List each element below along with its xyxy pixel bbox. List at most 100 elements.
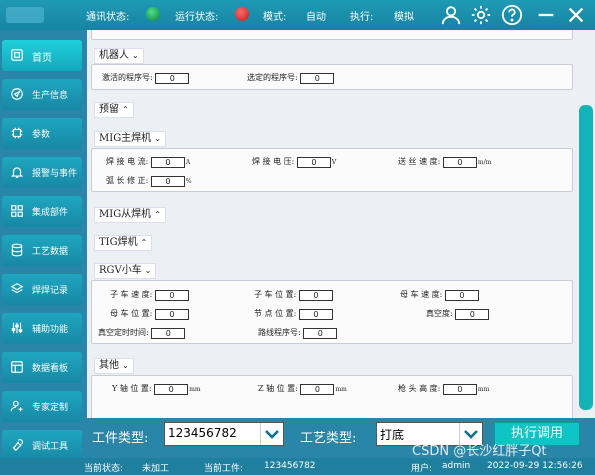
close-icon[interactable] (565, 4, 587, 26)
bell-icon (10, 165, 24, 179)
datetime: 2022-09-29 12:56:26 (487, 461, 583, 471)
help-icon[interactable] (501, 4, 523, 26)
route-program-field: 路线程序号: 0 (258, 327, 338, 339)
y-axis-position-input[interactable]: 0 (154, 383, 189, 395)
sidebar-item-expert[interactable]: 专家定制 (2, 391, 82, 422)
production-icon (10, 87, 24, 101)
sidebar-item-home[interactable]: 首页 (2, 40, 82, 71)
chevron-up-icon: ⌃ (154, 210, 161, 219)
top-bar: 通讯状态: 运行状态: 模式: 自动 执行: 模拟 (0, 0, 595, 30)
chevron-down-icon: ⌄ (132, 51, 139, 60)
sidebar-item-debug[interactable]: 调试工具 (2, 430, 82, 461)
current-state-value: 未加工 (142, 464, 170, 474)
gun-height-input[interactable]: 0 (442, 383, 477, 395)
section-box-other: Y 轴 位 置: 0 mm Z 轴 位 置: 0 mm 枪 头 高 度: 0 mm (91, 375, 573, 418)
part-type-label: 工件类型: (92, 431, 149, 446)
wire-speed-input[interactable]: 0 (442, 156, 477, 168)
sidebar-item-label: 参数 (32, 130, 51, 140)
user-add-icon (10, 399, 24, 413)
vacuum-timer-input[interactable]: 0 (151, 327, 186, 339)
dashboard-icon (10, 360, 24, 374)
sidebar-item-process-data[interactable]: 工艺数据 (2, 235, 82, 266)
watermark: CSDN @长沙红胖子Qt (412, 444, 547, 459)
process-type-value: 打底 (380, 428, 405, 442)
sidebar-item-label: 报警与事件 (32, 169, 78, 179)
user-icon[interactable] (440, 4, 462, 26)
grid-icon (10, 204, 24, 218)
comm-status-label: 通讯状态: (86, 12, 130, 23)
z-axis-position-input[interactable]: 0 (300, 383, 335, 395)
mother-car-speed-input[interactable]: 0 (444, 289, 479, 301)
sub-car-speed-field: 子 车 速 度: 0 (110, 289, 189, 301)
section-header-mig-main[interactable]: MIG主焊机 ⌄ (94, 131, 166, 147)
sub-car-position-input[interactable]: 0 (298, 289, 333, 301)
home-icon (10, 48, 24, 62)
sliders-icon (10, 321, 24, 335)
arc-length-field: 弧 长 修 正: 0% (106, 175, 192, 187)
active-program-input[interactable]: 0 (155, 72, 190, 84)
user-label: 用户: (411, 464, 433, 474)
mother-car-position-input[interactable]: 0 (154, 308, 189, 320)
current-part-label: 当前工件: (204, 464, 244, 474)
sidebar-item-label: 辅助功能 (32, 325, 69, 335)
section-header-robot[interactable]: 机器人 ⌄ (94, 48, 144, 64)
user-value: admin (442, 461, 471, 471)
section-title: TIG焊机 (99, 237, 138, 248)
mode-label: 模式: (263, 12, 287, 23)
section-title: MIG主焊机 (99, 133, 152, 144)
sidebar-item-label: 专家定制 (32, 403, 69, 413)
minimize-icon[interactable] (535, 4, 557, 26)
sidebar: 首页 生产信息 参数 报警与事件 集成部件 工艺数据 焊焊记录 辅助功能 数据看… (0, 30, 84, 461)
chevron-down-icon[interactable] (260, 423, 283, 445)
node-position-field: 节 点 位 置: 0 (254, 308, 333, 320)
section-header-tig[interactable]: TIG焊机 ⌃ (94, 235, 153, 251)
section-header-rgv[interactable]: RGV小车 ⌄ (94, 263, 157, 279)
run-status-indicator (235, 7, 249, 21)
sidebar-item-dashboard[interactable]: 数据看板 (2, 352, 82, 383)
selected-program-input[interactable]: 0 (300, 72, 335, 84)
vacuum-field: 真空度: 0 (426, 308, 490, 320)
exec-value: 模拟 (394, 12, 414, 23)
arc-length-input[interactable]: 0 (150, 175, 185, 187)
sidebar-item-weld-records[interactable]: 焊焊记录 (2, 274, 82, 305)
sidebar-item-components[interactable]: 集成部件 (2, 196, 82, 227)
part-type-value: 123456782 (168, 426, 237, 440)
section-header-mig-slave[interactable]: MIG从焊机 ⌃ (94, 207, 166, 223)
layers-icon (10, 282, 24, 296)
gear-icon[interactable] (470, 4, 492, 26)
vertical-scrollbar[interactable] (577, 30, 595, 418)
sidebar-item-label: 首页 (32, 53, 52, 64)
section-header-reserved[interactable]: 预留 ⌃ (94, 102, 134, 118)
chevron-down-icon: ⌄ (154, 134, 161, 143)
sidebar-item-label: 工艺数据 (32, 247, 69, 257)
sidebar-item-label: 生产信息 (32, 91, 69, 101)
section-header-other[interactable]: 其他 ⌄ (94, 358, 134, 374)
wrench-icon (10, 438, 24, 452)
part-type-select[interactable]: 123456782 (164, 422, 284, 446)
chevron-down-icon: ⌄ (144, 266, 152, 275)
vacuum-input[interactable]: 0 (455, 308, 490, 320)
node-position-input[interactable]: 0 (298, 308, 333, 320)
sidebar-item-label: 焊焊记录 (32, 286, 69, 296)
selected-program-field: 选定的程序号: 0 (247, 72, 335, 84)
sidebar-item-label: 调试工具 (32, 442, 69, 452)
sidebar-item-alarm[interactable]: 报警与事件 (2, 157, 82, 188)
sidebar-item-production[interactable]: 生产信息 (2, 79, 82, 110)
section-box-rgv: 子 车 速 度: 0 子 车 位 置: 0 母 车 速 度: 0 母 车 位 置… (91, 280, 573, 344)
weld-voltage-field: 焊 接 电 压: 0V (252, 156, 337, 168)
z-axis-position-field: Z 轴 位 置: 0 mm (258, 383, 347, 395)
mode-value: 自动 (306, 12, 326, 23)
sidebar-item-label: 数据看板 (32, 364, 69, 374)
sub-car-speed-input[interactable]: 0 (154, 289, 189, 301)
section-title: 其他 (99, 360, 119, 371)
sidebar-item-parameter[interactable]: 参数 (2, 118, 82, 149)
app-logo (6, 7, 44, 23)
sidebar-item-aux[interactable]: 辅助功能 (2, 313, 82, 344)
weld-current-input[interactable]: 0 (150, 156, 185, 168)
route-program-input[interactable]: 0 (303, 327, 338, 339)
sub-car-position-field: 子 车 位 置: 0 (254, 289, 333, 301)
scrollbar-thumb[interactable] (579, 105, 593, 410)
chevron-up-icon: ⌃ (122, 105, 129, 114)
weld-voltage-input[interactable]: 0 (296, 156, 331, 168)
parameter-panel: 机器人 ⌄ 激活的程序号: 0 选定的程序号: 0 预留 ⌃ MIG主焊机 ⌄ 焊 接… (87, 30, 577, 418)
